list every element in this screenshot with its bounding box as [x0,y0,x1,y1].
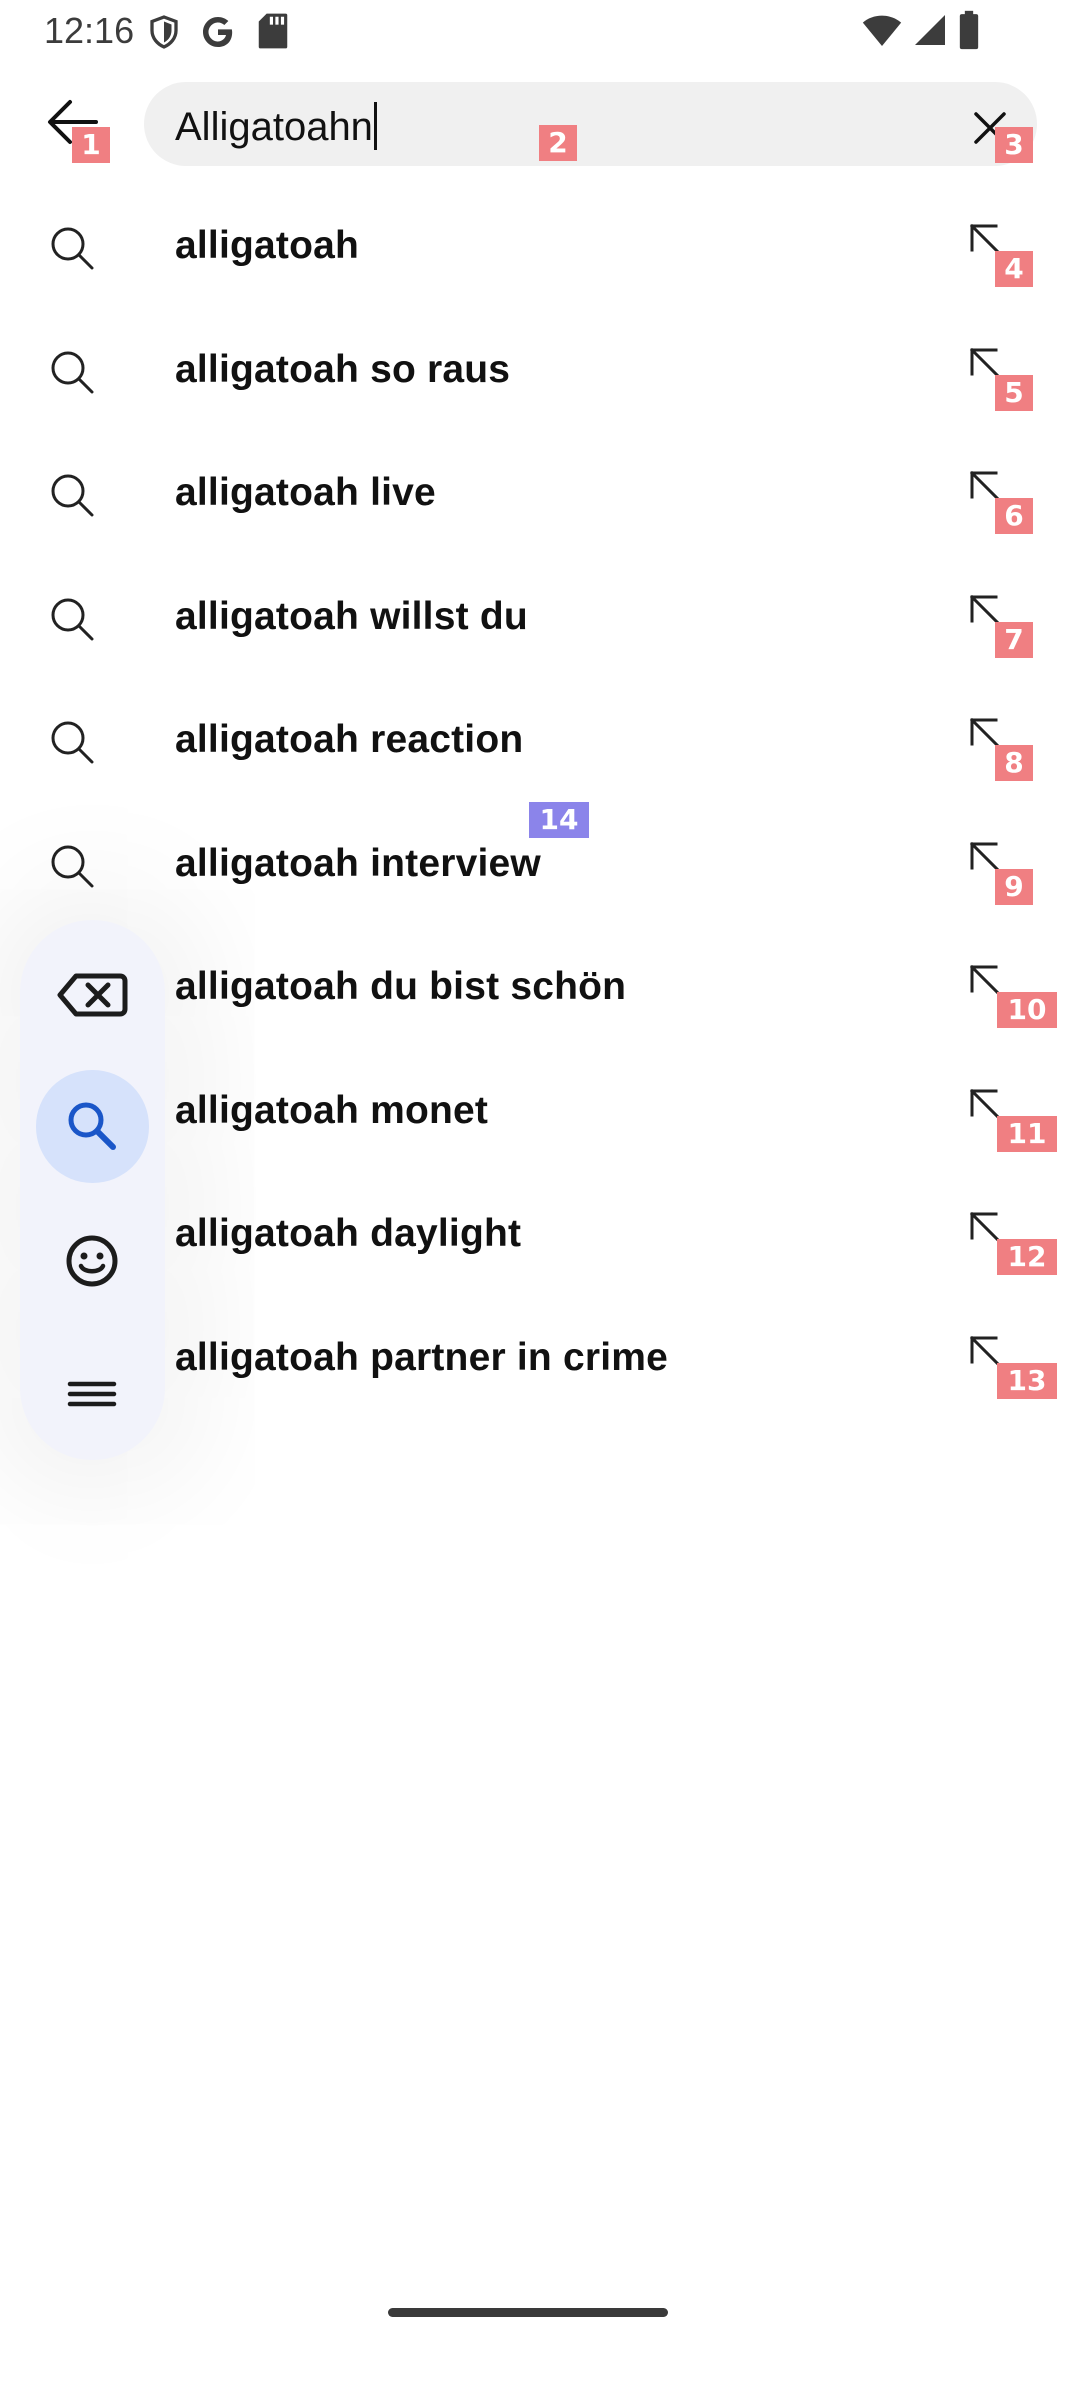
suggestion-text: alligatoah live [175,471,436,514]
search-icon [51,845,94,887]
search-input-value-wrap: Alligatoahn [175,102,377,150]
suggestion-text: alligatoah du bist schön [175,965,627,1008]
suggestion-badge: 7 [995,621,1033,658]
suggestion-badge: 4 [995,251,1033,287]
home-indicator[interactable] [388,2308,668,2317]
suggestion-text: alligatoah reaction [175,718,524,761]
search-input[interactable]: Alligatoahn [144,82,1037,166]
suggestion-text: alligatoah monet [175,1088,489,1132]
screen: 12:16 1 Alligatoahn 2 3 alligatoah 4 all… [0,0,1080,2400]
suggestion-badge: 12 [997,1239,1057,1275]
wifi-icon [862,14,902,53]
search-icon [51,227,94,270]
suggestion-text: alligatoah willst du [175,594,528,638]
search-icon [51,351,94,393]
suggestion-text: alligatoah daylight [175,1212,522,1255]
suggestion-row[interactable]: alligatoah willst du 7 [0,557,1080,681]
suggestion-text: alligatoah [175,224,360,267]
suggestion-badge: 10 [997,992,1057,1028]
search-icon [68,1102,116,1150]
suggestion-row[interactable]: alligatoah live 6 [0,433,1080,557]
suggestion-badge: 5 [995,374,1033,411]
badge-back: 1 [72,127,110,163]
signal-icon [912,12,948,53]
google-icon [198,12,238,57]
search-icon [51,474,94,517]
menu-icon [67,1381,117,1407]
suggestion-badge: 8 [995,745,1033,781]
suggestion-row[interactable]: alligatoah 4 [0,186,1080,310]
backspace-icon [57,973,128,1017]
battery-icon [958,10,980,55]
shield-icon [146,14,182,55]
menu-button[interactable] [36,1338,149,1451]
suggestion-text: alligatoah partner in crime [175,1335,669,1379]
sd-card-icon [256,12,290,55]
suggestion-badge: 13 [997,1362,1057,1399]
suggestion-badge: 11 [997,1115,1057,1152]
search-icon [51,598,94,640]
search-input-value: Alligatoahn [175,105,373,149]
suggestion-row[interactable]: alligatoah reaction 8 [0,680,1080,804]
emoji-button[interactable] [36,1205,149,1318]
status-time: 12:16 [44,10,135,51]
backspace-button[interactable] [36,938,149,1051]
emoji-icon [66,1235,118,1287]
floating-keyboard-toolbar [20,920,165,1460]
search-icon [51,721,94,764]
text-caret [373,102,377,150]
badge-search-box: 2 [539,125,577,161]
badge-floating-toolbar: 14 [529,802,589,838]
suggestion-row[interactable]: alligatoah so raus 5 [0,310,1080,434]
badge-clear: 3 [995,127,1033,163]
suggestion-text: alligatoah interview [175,841,541,885]
suggestion-text: alligatoah so raus [175,347,511,391]
search-key-button[interactable] [36,1070,149,1183]
suggestion-badge: 9 [995,868,1033,905]
suggestion-badge: 6 [995,498,1033,534]
status-bar: 12:16 [0,0,1080,62]
